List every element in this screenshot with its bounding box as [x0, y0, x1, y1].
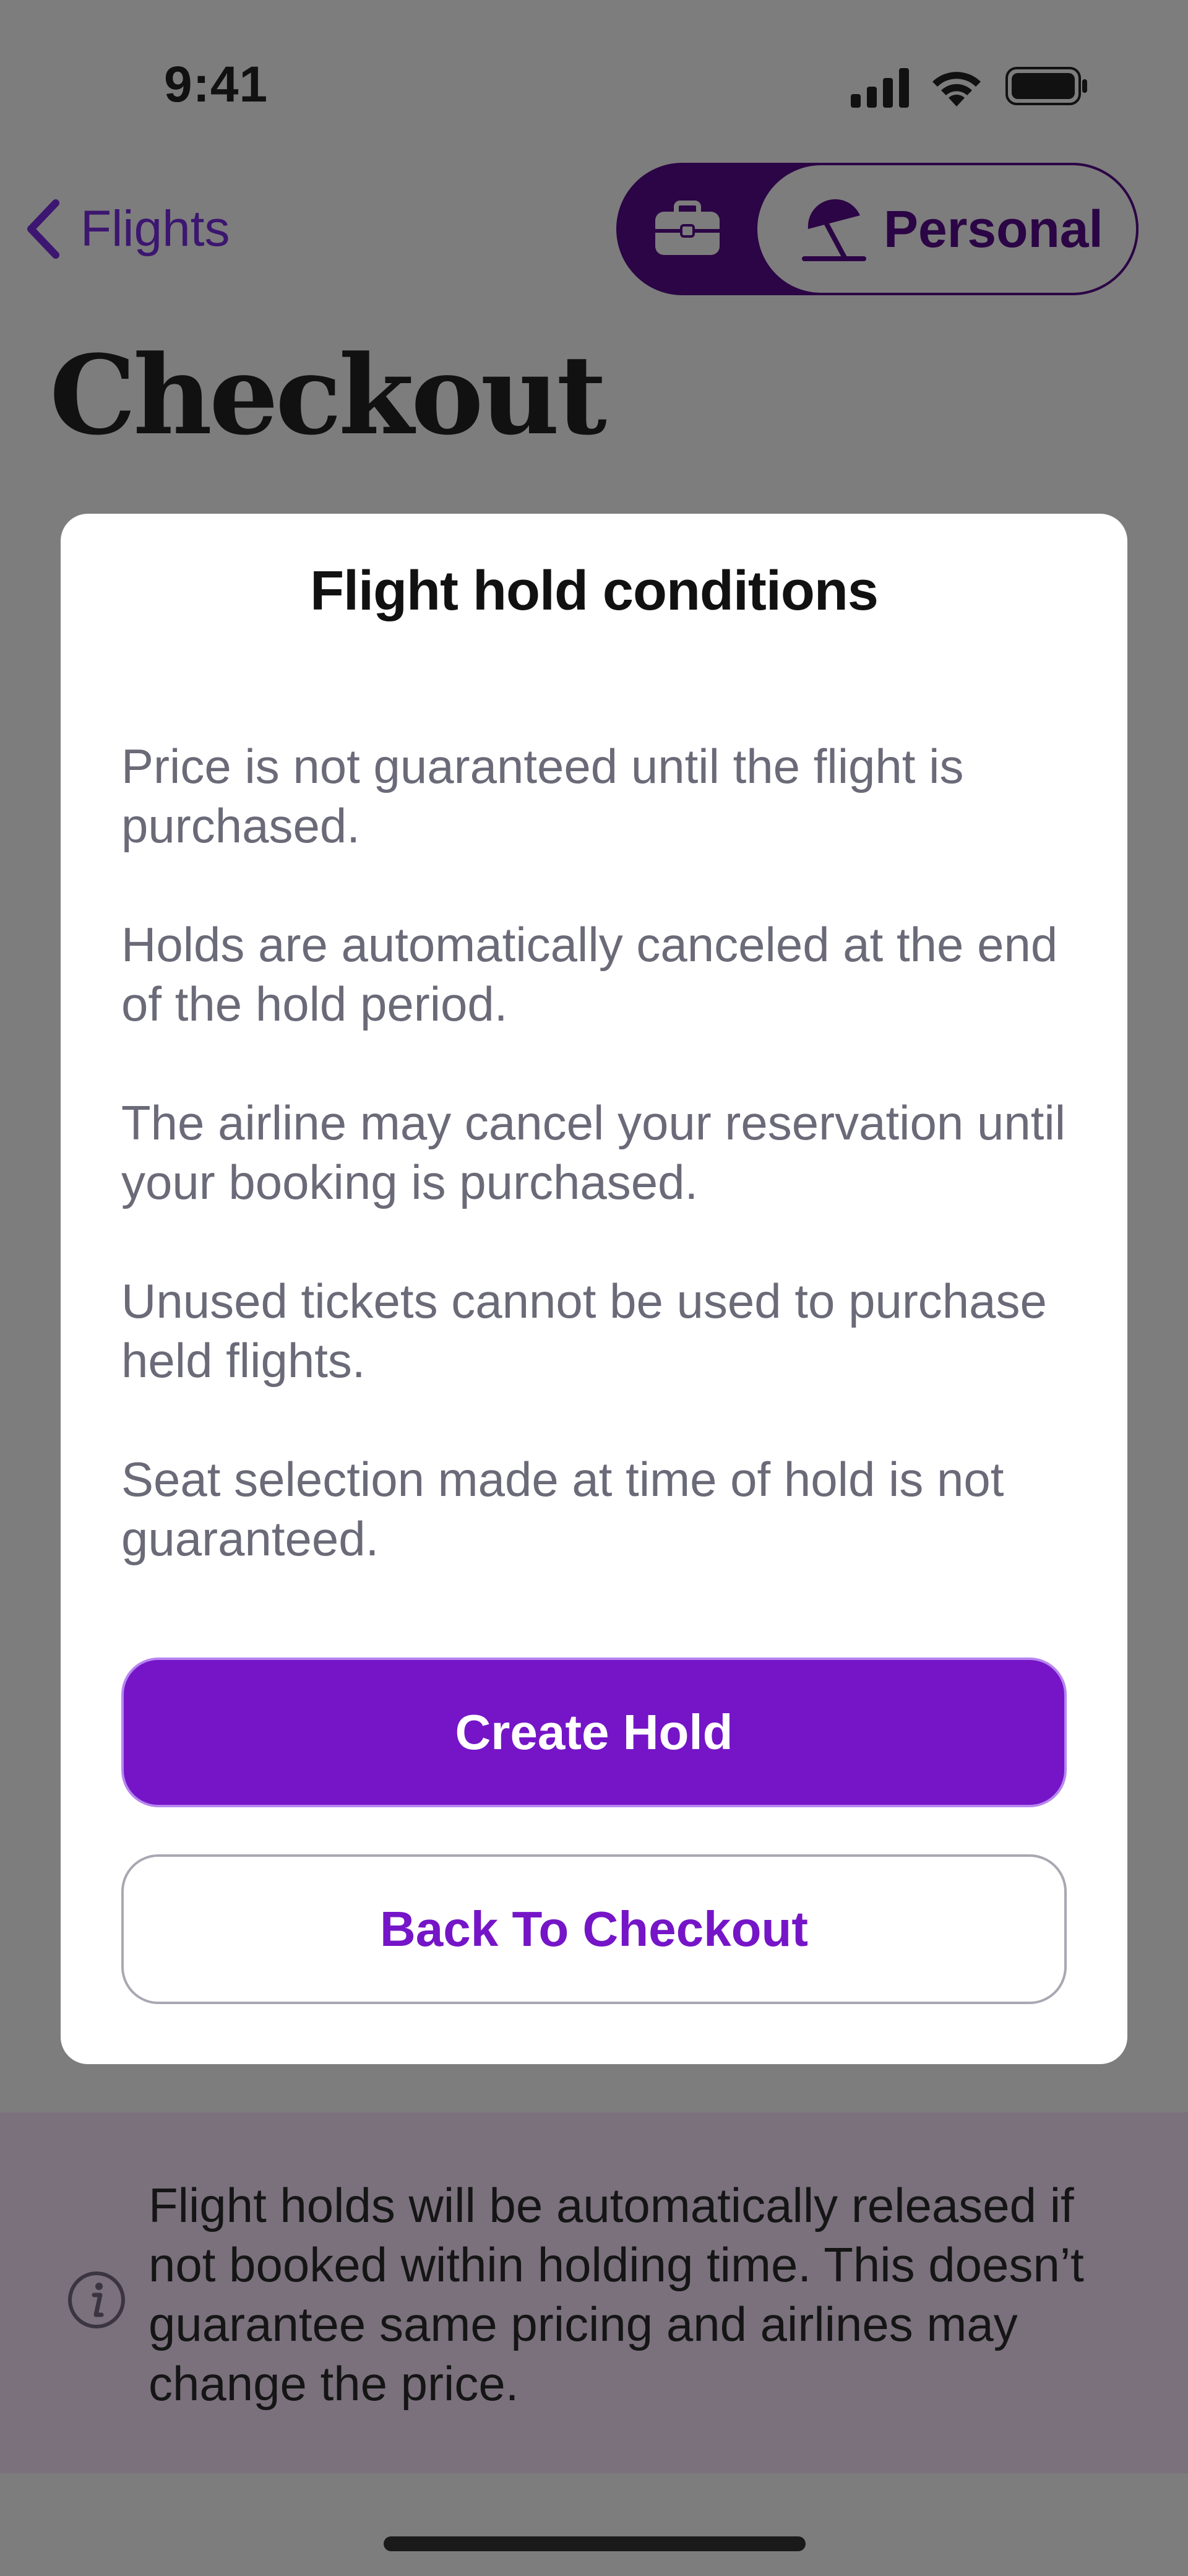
status-time: 9:41 — [164, 56, 269, 113]
back-label: Flights — [80, 201, 230, 257]
condition-item: The airline may cancel your reservation … — [121, 1096, 1066, 1209]
cellular-signal-icon — [851, 68, 909, 108]
briefcase-icon — [655, 201, 720, 255]
condition-item: Price is not guaranteed until the flight… — [121, 739, 964, 853]
home-indicator[interactable] — [384, 2536, 806, 2551]
info-text: Flight holds will be automatically relea… — [148, 2178, 1084, 2411]
profile-toggle[interactable]: Personal — [616, 163, 1138, 295]
condition-item: Holds are automatically canceled at the … — [121, 917, 1058, 1031]
info-icon — [68, 2271, 125, 2328]
info-banner: Flight holds will be automatically relea… — [0, 2112, 1188, 2473]
personal-label: Personal — [884, 199, 1103, 258]
dialog-title: Flight hold conditions — [310, 560, 879, 622]
status-bar: 9:41 — [0, 0, 1188, 155]
flight-hold-conditions-dialog: Flight hold conditions Price is not guar… — [61, 514, 1127, 2064]
wifi-icon — [932, 72, 981, 106]
create-hold-button[interactable]: Create Hold — [121, 1658, 1067, 1807]
page-title: Checkout — [50, 331, 607, 459]
battery-icon — [1005, 67, 1087, 105]
condition-item: Seat selection made at time of hold is n… — [121, 1452, 1004, 1566]
condition-item: Unused tickets cannot be used to purchas… — [121, 1274, 1047, 1388]
conditions-list: Price is not guaranteed until the flight… — [121, 737, 1087, 1628]
work-profile-option[interactable] — [616, 163, 759, 295]
back-to-checkout-button[interactable]: Back To Checkout — [121, 1854, 1067, 2004]
beach-umbrella-icon — [802, 199, 866, 261]
personal-profile-option[interactable]: Personal — [755, 163, 1138, 295]
chevron-left-icon — [27, 199, 59, 259]
back-button[interactable]: Flights — [25, 195, 230, 263]
